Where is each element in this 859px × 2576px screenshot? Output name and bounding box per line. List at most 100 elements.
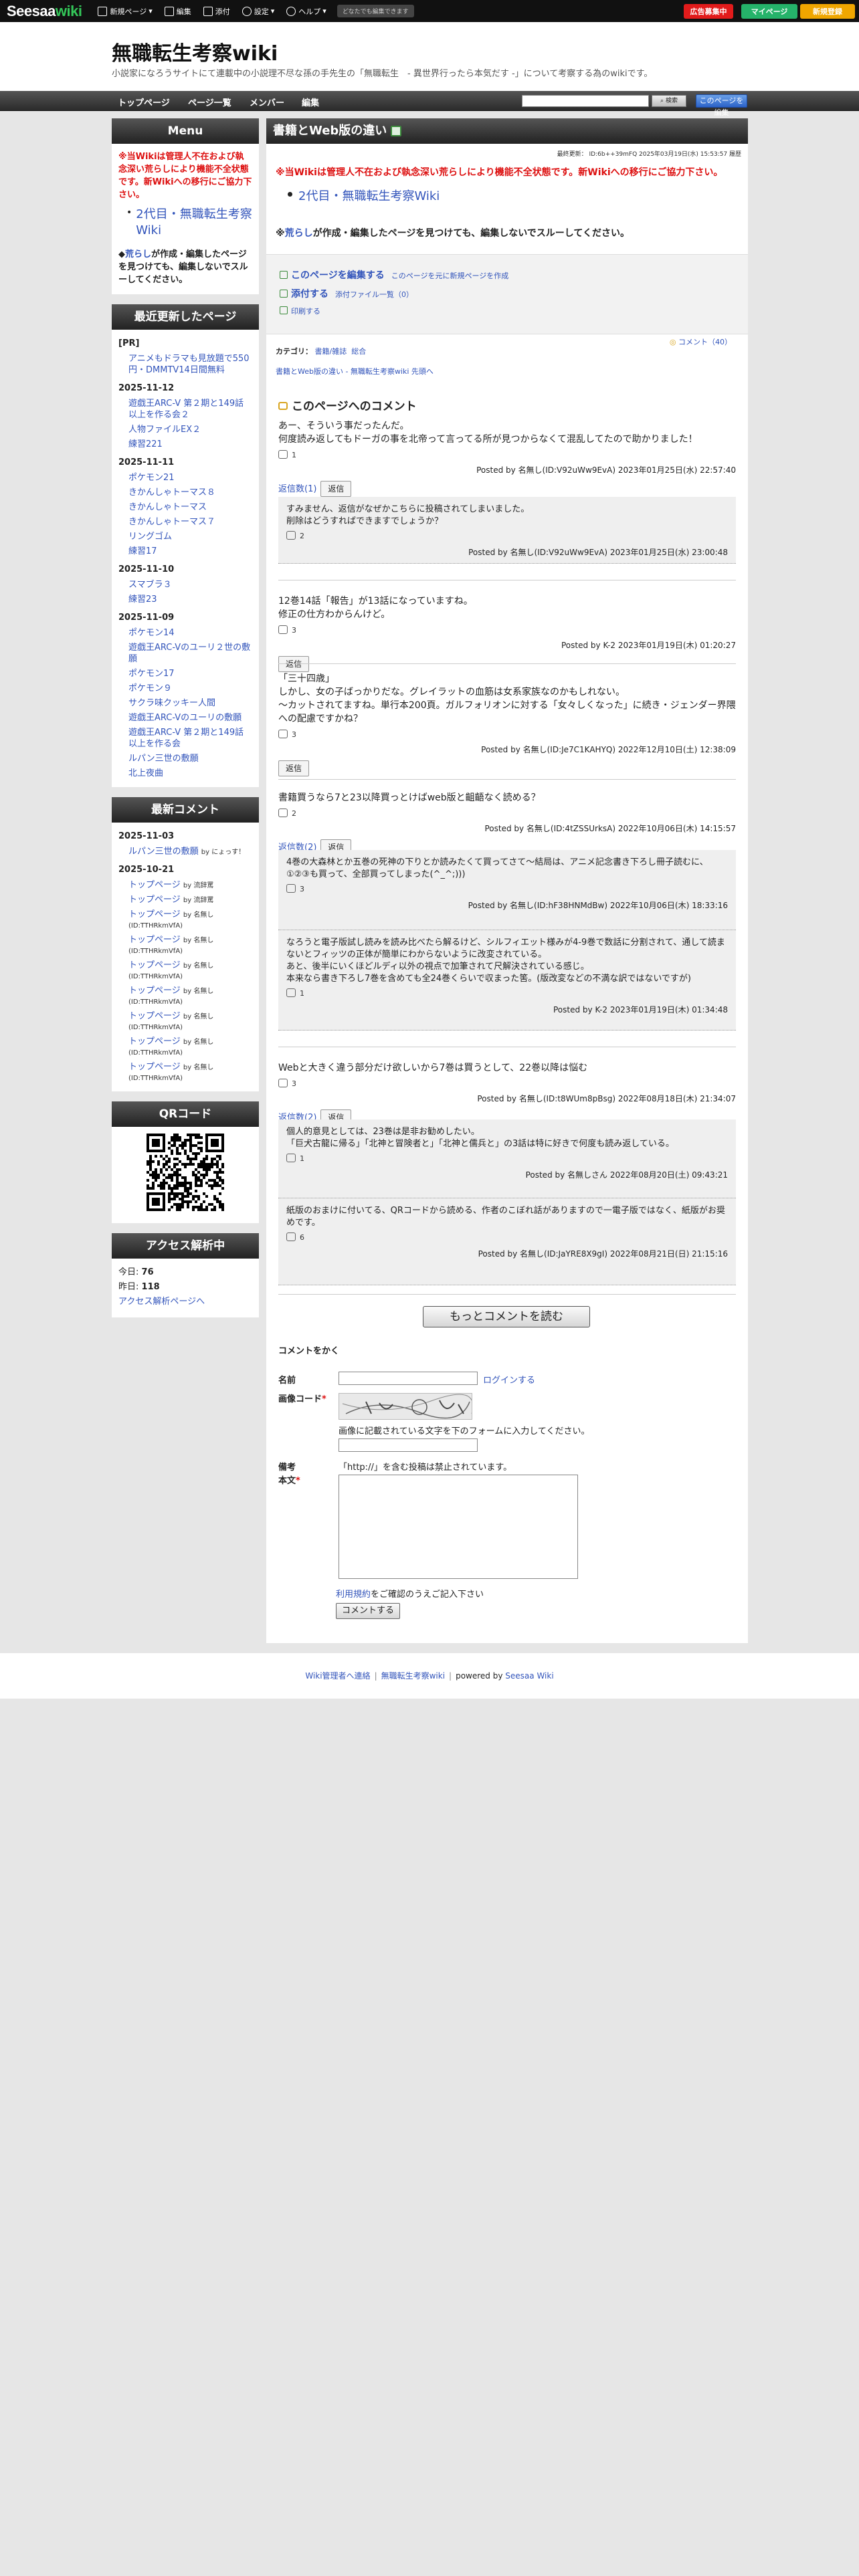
name-label: 名前	[278, 1376, 296, 1386]
menu-link-new-wiki[interactable]: 2代目・無職転生考察Wiki	[136, 207, 252, 239]
recent-page-link[interactable]: ポケモン17	[118, 668, 252, 679]
qr-title: QRコード	[112, 1101, 259, 1127]
captcha-input[interactable]	[339, 1438, 478, 1452]
latest-comment-page-link[interactable]: トップページ	[128, 909, 181, 920]
recent-page-link[interactable]: 遊戯王ARC-V 第２期と149話以上を作る会２	[118, 398, 252, 421]
category-books[interactable]: 書籍/雑誌	[315, 347, 347, 356]
like-button[interactable]: 3	[278, 1077, 736, 1091]
latest-comment-page-link[interactable]: ルパン三世の敷願	[128, 847, 199, 857]
latest-comment-page-link[interactable]: トップページ	[128, 895, 181, 905]
yesterday-value: 118	[141, 1282, 160, 1292]
recent-page-link[interactable]: 練習221	[118, 439, 252, 450]
comments-header: このページへのコメント	[278, 397, 417, 413]
like-button[interactable]: 1	[286, 988, 728, 1000]
edit-page-button[interactable]: このページを編集	[696, 94, 747, 117]
contact-admin-link[interactable]: Wiki管理者へ連絡	[305, 1671, 370, 1681]
recent-page-link[interactable]: ポケモン14	[118, 627, 252, 639]
site-title[interactable]: 無職転生考察wiki	[112, 37, 278, 66]
like-button[interactable]: 3	[286, 883, 728, 895]
comment-icon	[278, 402, 288, 410]
submit-comment-button[interactable]: コメントする	[336, 1603, 400, 1619]
help-label: ヘルプ	[298, 7, 321, 16]
captcha-label-text: 画像コード	[278, 1394, 322, 1404]
comment-body-textarea[interactable]	[339, 1475, 578, 1579]
nav-page-list[interactable]: ページ一覧	[188, 96, 231, 108]
reply-button[interactable]: 返信	[278, 656, 310, 672]
recent-page-link[interactable]: アニメもドラマも見放題で550円・DMMTV14日間無料	[118, 353, 252, 376]
like-button[interactable]: 2	[278, 807, 736, 821]
more-comments-button[interactable]: もっとコメントを読む	[423, 1306, 590, 1327]
new-page-menu[interactable]: 新規ページ ▾	[98, 6, 153, 17]
latest-comment-page-link[interactable]: トップページ	[128, 960, 181, 970]
like-button[interactable]: 2	[286, 530, 728, 542]
like-count: 1	[292, 451, 296, 459]
like-button[interactable]: 1	[278, 449, 736, 462]
search-input[interactable]	[522, 95, 649, 107]
breadcrumb[interactable]: 書籍とWeb版の違い - 無職転生考察wiki 先頭へ	[276, 366, 434, 377]
recent-page-link[interactable]: ポケモン21	[118, 472, 252, 484]
name-input[interactable]	[339, 1372, 478, 1385]
login-link[interactable]: ログインする	[483, 1373, 535, 1386]
create-from-page-link[interactable]: このページを元に新規ページを作成	[391, 272, 509, 280]
attachment-list-link[interactable]: 添付ファイル一覧（0）	[335, 290, 413, 299]
nav-edit[interactable]: 編集	[302, 96, 319, 108]
seesaa-wiki-link[interactable]: Seesaa Wiki	[505, 1671, 553, 1681]
recent-page-link[interactable]: 遊戯王ARC-Vのユーリ２世の敷願	[118, 642, 252, 665]
like-button[interactable]: 6	[286, 1232, 728, 1244]
reply-text: 個人的意見としては、23巻は是非お勧めしたい。	[286, 1127, 480, 1137]
register-button[interactable]: 新規登録	[800, 4, 855, 19]
comment-text: Webと大きく違う部分だけ欲しいから7巻は買うとして、22巻以降は悩む	[278, 1063, 588, 1073]
trolls-link[interactable]: 荒らし	[285, 228, 313, 239]
latest-comment-page-link[interactable]: トップページ	[128, 1037, 181, 1047]
reply-button[interactable]: 返信	[320, 481, 352, 497]
recent-page-link[interactable]: きかんしゃトーマス７	[118, 516, 252, 528]
recent-page-link[interactable]: リングゴム	[118, 531, 252, 542]
recent-page-link[interactable]: きかんしゃトーマス８	[118, 487, 252, 498]
recent-page-link[interactable]: 遊戯王ARC-Vのユーリの敷願	[118, 712, 252, 724]
latest-comment-page-link[interactable]: トップページ	[128, 935, 181, 945]
access-analysis-link[interactable]: アクセス解析ページへ	[118, 1295, 252, 1309]
latest-comment-page-link[interactable]: トップページ	[128, 986, 181, 996]
settings-menu[interactable]: 設定 ▾	[242, 6, 274, 17]
recent-page-link[interactable]: サクラ味クッキー人間	[118, 697, 252, 709]
recent-page-link[interactable]: 練習17	[118, 546, 252, 557]
recent-page-link[interactable]: 北上夜曲	[118, 768, 252, 779]
reply-text: なろうと電子版試し読みを読み比べたら解るけど、シルフィエット様みが4-9巻で数話…	[286, 938, 725, 960]
category-general[interactable]: 総合	[351, 347, 366, 356]
latest-comment-page-link[interactable]: トップページ	[128, 1062, 181, 1072]
reply-button[interactable]: 返信	[278, 760, 310, 776]
edit-this-page[interactable]: このページを編集する このページを元に新規ページを作成	[280, 268, 508, 282]
like-button[interactable]: 1	[286, 1153, 728, 1165]
terms-link[interactable]: 利用規約	[336, 1590, 371, 1600]
menu-trolls-link[interactable]: 荒らし	[125, 249, 151, 259]
recent-page-link[interactable]: ルパン三世の敷願	[118, 753, 252, 764]
mypage-button[interactable]: マイページ	[741, 4, 797, 19]
attach-menu[interactable]: 添付	[203, 6, 230, 17]
new-wiki-link[interactable]: 2代目・無職転生考察Wiki	[298, 187, 440, 204]
recent-page-link[interactable]: ポケモン９	[118, 683, 252, 694]
ad-button[interactable]: 広告募集中	[684, 4, 733, 19]
pencil-icon[interactable]	[391, 126, 402, 136]
latest-comment-page-link[interactable]: トップページ	[128, 1011, 181, 1021]
search-button[interactable]: ⌕ 検索	[652, 95, 686, 107]
recent-page-link[interactable]: 練習23	[118, 594, 252, 605]
footer-site-link[interactable]: 無職転生考察wiki	[381, 1671, 445, 1681]
edit-menu[interactable]: 編集	[164, 6, 191, 17]
recent-page-link[interactable]: 遊戯王ARC-V 第２期と149話以上を作る会	[118, 727, 252, 750]
reply-count-link[interactable]: 返信数(1)	[278, 484, 316, 494]
comment-count-link[interactable]: ◎ コメント（40）	[670, 336, 732, 347]
recent-pages-title: 最近更新したページ	[112, 304, 259, 330]
like-button[interactable]: 3	[278, 728, 736, 742]
recent-page-link[interactable]: 人物ファイルEX２	[118, 424, 252, 435]
recent-page-link[interactable]: スマブラ３	[118, 579, 252, 591]
seesaa-logo[interactable]: Seesaawiki	[7, 3, 82, 20]
print-page[interactable]: 印刷する	[280, 306, 320, 316]
nav-members[interactable]: メンバー	[250, 96, 284, 108]
attach-file[interactable]: 添付する 添付ファイル一覧（0）	[280, 287, 413, 300]
latest-comment-page-link[interactable]: トップページ	[128, 880, 181, 890]
like-button[interactable]: 3	[278, 624, 736, 637]
comment-item: Webと大きく違う部分だけ欲しいから7巻は買うとして、22巻以降は悩む 3 Po…	[278, 1061, 736, 1125]
nav-top-page[interactable]: トップページ	[118, 96, 170, 108]
help-menu[interactable]: ヘルプ ▾	[286, 6, 326, 17]
recent-page-link[interactable]: きかんしゃトーマス	[118, 502, 252, 513]
